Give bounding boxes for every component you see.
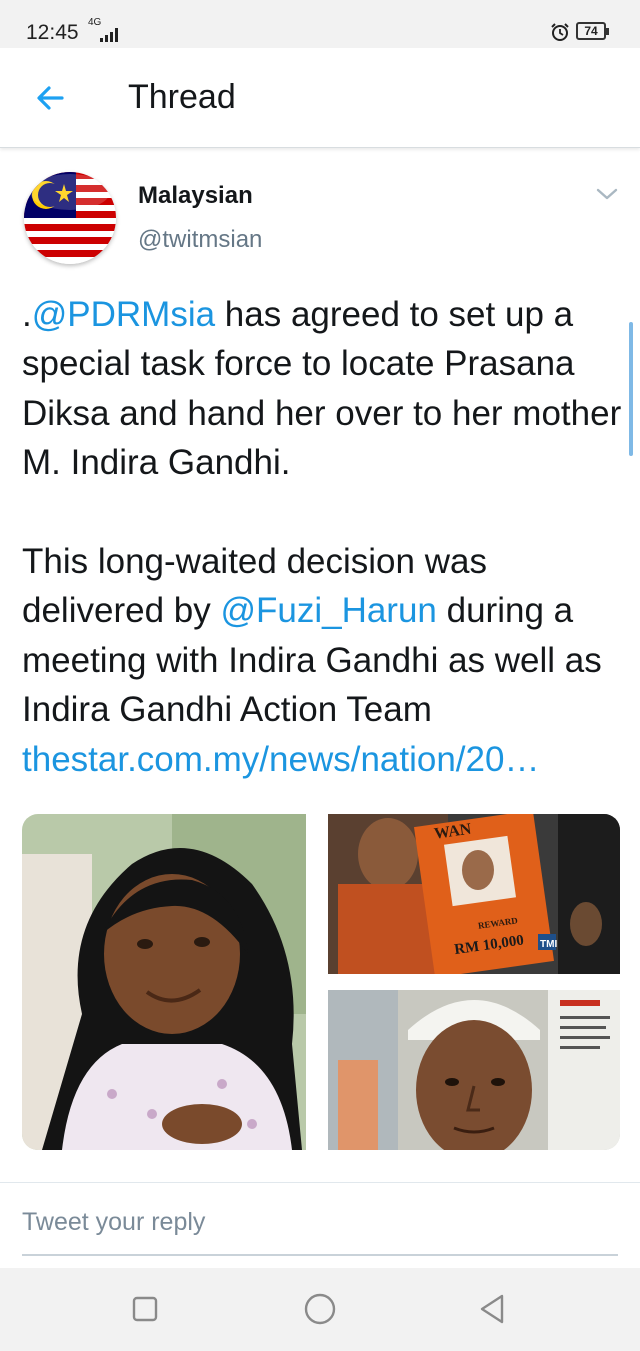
media-grid: WAN REWARD RM 10,000 TMI	[22, 814, 620, 1150]
recent-apps-icon[interactable]	[128, 1292, 162, 1326]
mention-fuzi-harun[interactable]: @Fuzi_Harun	[220, 591, 436, 630]
display-name[interactable]: Malaysian	[138, 182, 253, 210]
scrollbar[interactable]	[629, 322, 633, 456]
page-title: Thread	[128, 78, 236, 116]
tweet-paragraph-2: This long-waited decision was delivered …	[22, 537, 622, 784]
user-handle[interactable]: @twitmsian	[138, 226, 262, 254]
tweet-text: .@PDRMsia has agreed to set up a special…	[22, 290, 622, 784]
nav-back-icon[interactable]	[476, 1292, 510, 1326]
system-nav-bar	[0, 1268, 640, 1351]
avatar[interactable]	[24, 172, 116, 264]
photo-wanted-poster[interactable]: WAN REWARD RM 10,000 TMI	[328, 814, 620, 974]
mention-pdrmsia[interactable]: @PDRMsia	[32, 295, 215, 334]
reply-input[interactable]: Tweet your reply	[22, 1208, 618, 1237]
watermark-text: TMI	[540, 939, 557, 950]
tweet-paragraph-1: .@PDRMsia has agreed to set up a special…	[22, 290, 622, 488]
status-time: 12:45	[26, 21, 79, 44]
top-app-bar: Thread	[0, 48, 640, 148]
divider	[0, 1182, 640, 1183]
photo-man-portrait[interactable]	[328, 990, 620, 1150]
battery-icon: 74	[576, 22, 609, 40]
wanted-poster-image: WAN REWARD RM 10,000 TMI	[328, 814, 620, 974]
status-bar: 12:45 4G 74	[0, 0, 640, 48]
network-type: 4G	[88, 17, 102, 28]
man-portrait-image	[328, 990, 620, 1150]
tweet-url-link[interactable]: thestar.com.my/news/nation/20…	[22, 740, 539, 779]
alarm-icon	[551, 23, 569, 41]
home-icon[interactable]	[303, 1292, 337, 1326]
reply-input-underline	[22, 1254, 618, 1256]
signal-icon	[100, 28, 122, 42]
photo-girl-in-hijab[interactable]	[22, 814, 306, 1150]
photo-girl-image	[22, 814, 306, 1150]
chevron-down-icon[interactable]	[594, 184, 620, 204]
back-arrow-icon[interactable]	[30, 78, 70, 118]
text-prefix: .	[22, 295, 32, 334]
malaysia-flag-icon	[24, 172, 116, 264]
